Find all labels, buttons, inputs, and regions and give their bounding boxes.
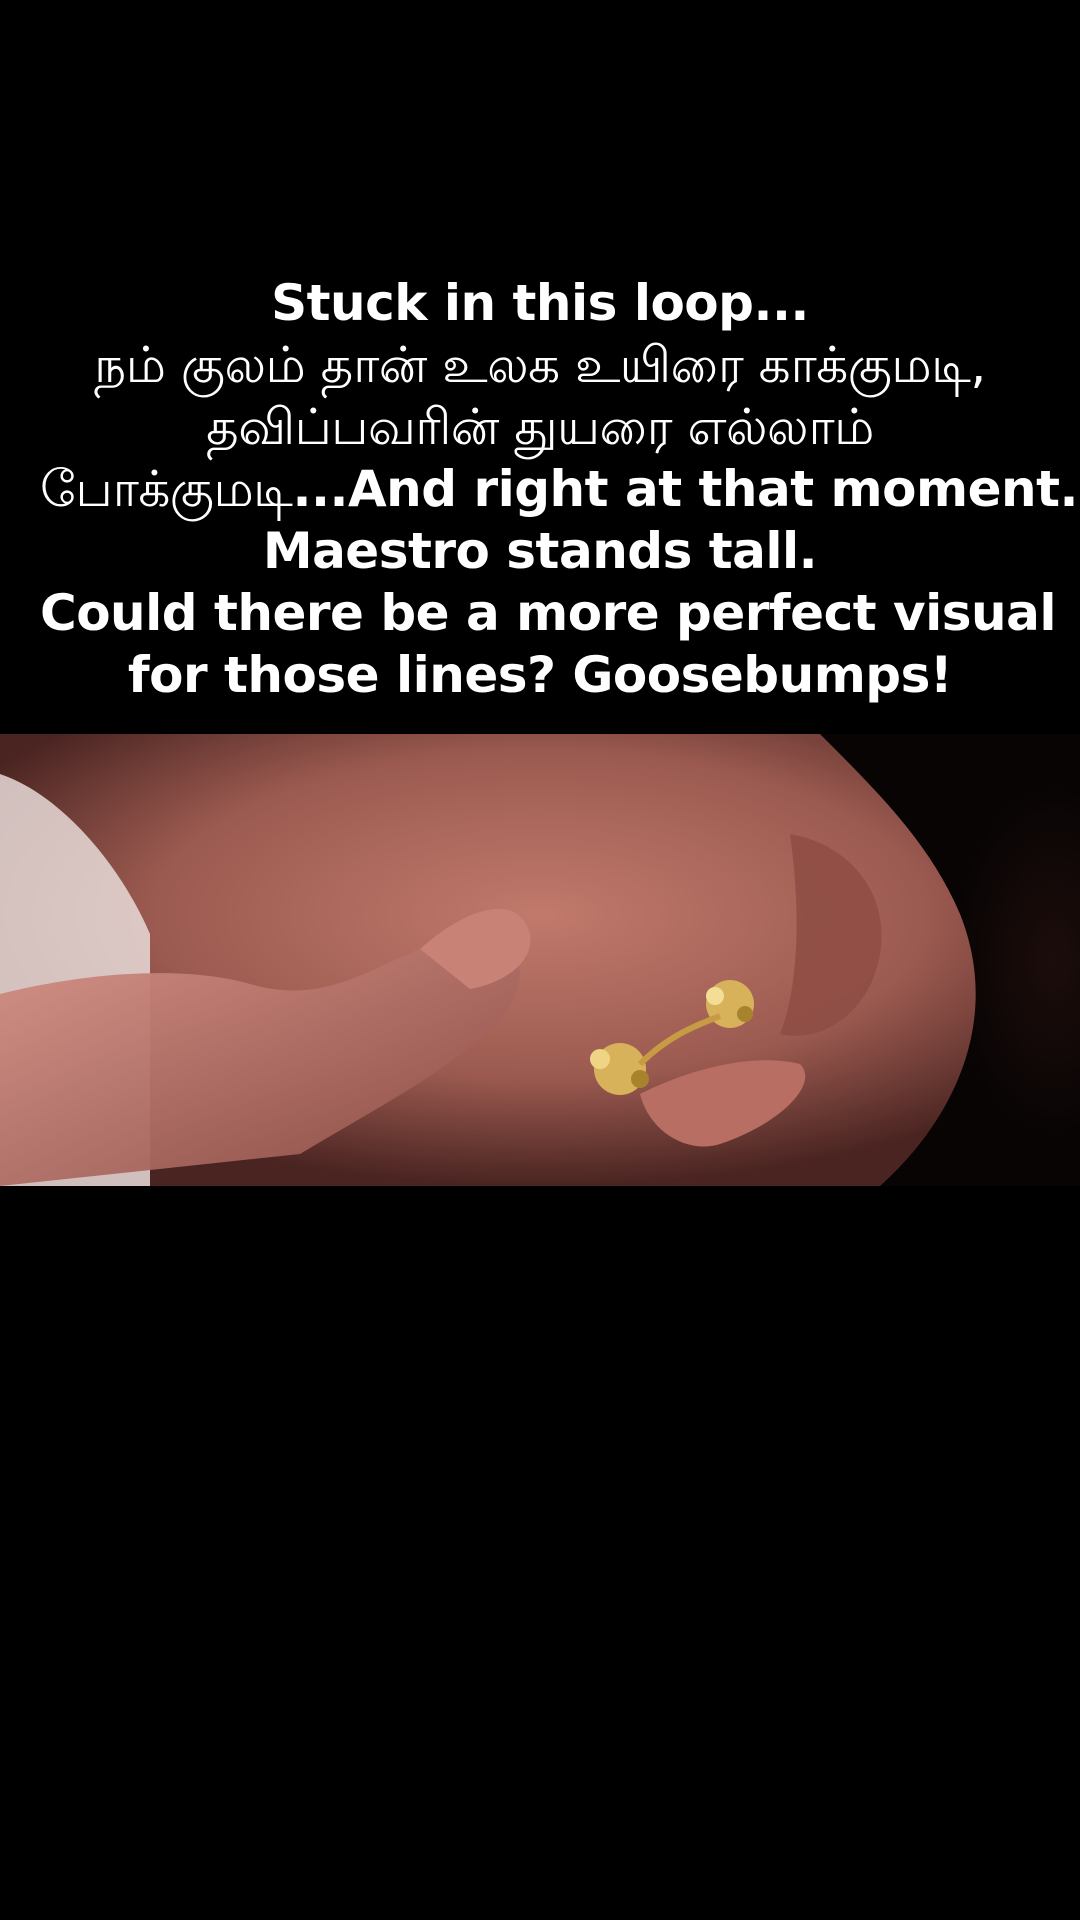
video-frame-image	[0, 734, 1080, 1186]
caption-line-4: போக்குமடி...And right at that moment...	[40, 458, 1080, 520]
caption-line-3: தவிப்பவரின் துயரை எல்லாம்	[206, 398, 874, 456]
overlay-caption: Stuck in this loop... நம் குலம் தான் உலக…	[40, 272, 1080, 706]
caption-line-4-english: ...And right at that moment...	[292, 460, 1080, 518]
caption-line-2: நம் குலம் தான் உலக உயிரை காக்குமடி,	[94, 336, 986, 394]
caption-line-4-tamil: போக்குமடி	[40, 460, 293, 518]
caption-line-7: for those lines? Goosebumps!	[127, 646, 953, 704]
caption-line-1: Stuck in this loop...	[271, 274, 809, 332]
video-player[interactable]	[0, 734, 1080, 1186]
caption-line-5: Maestro stands tall.	[262, 522, 818, 580]
caption-line-6: Could there be a more perfect visual	[40, 584, 1056, 642]
